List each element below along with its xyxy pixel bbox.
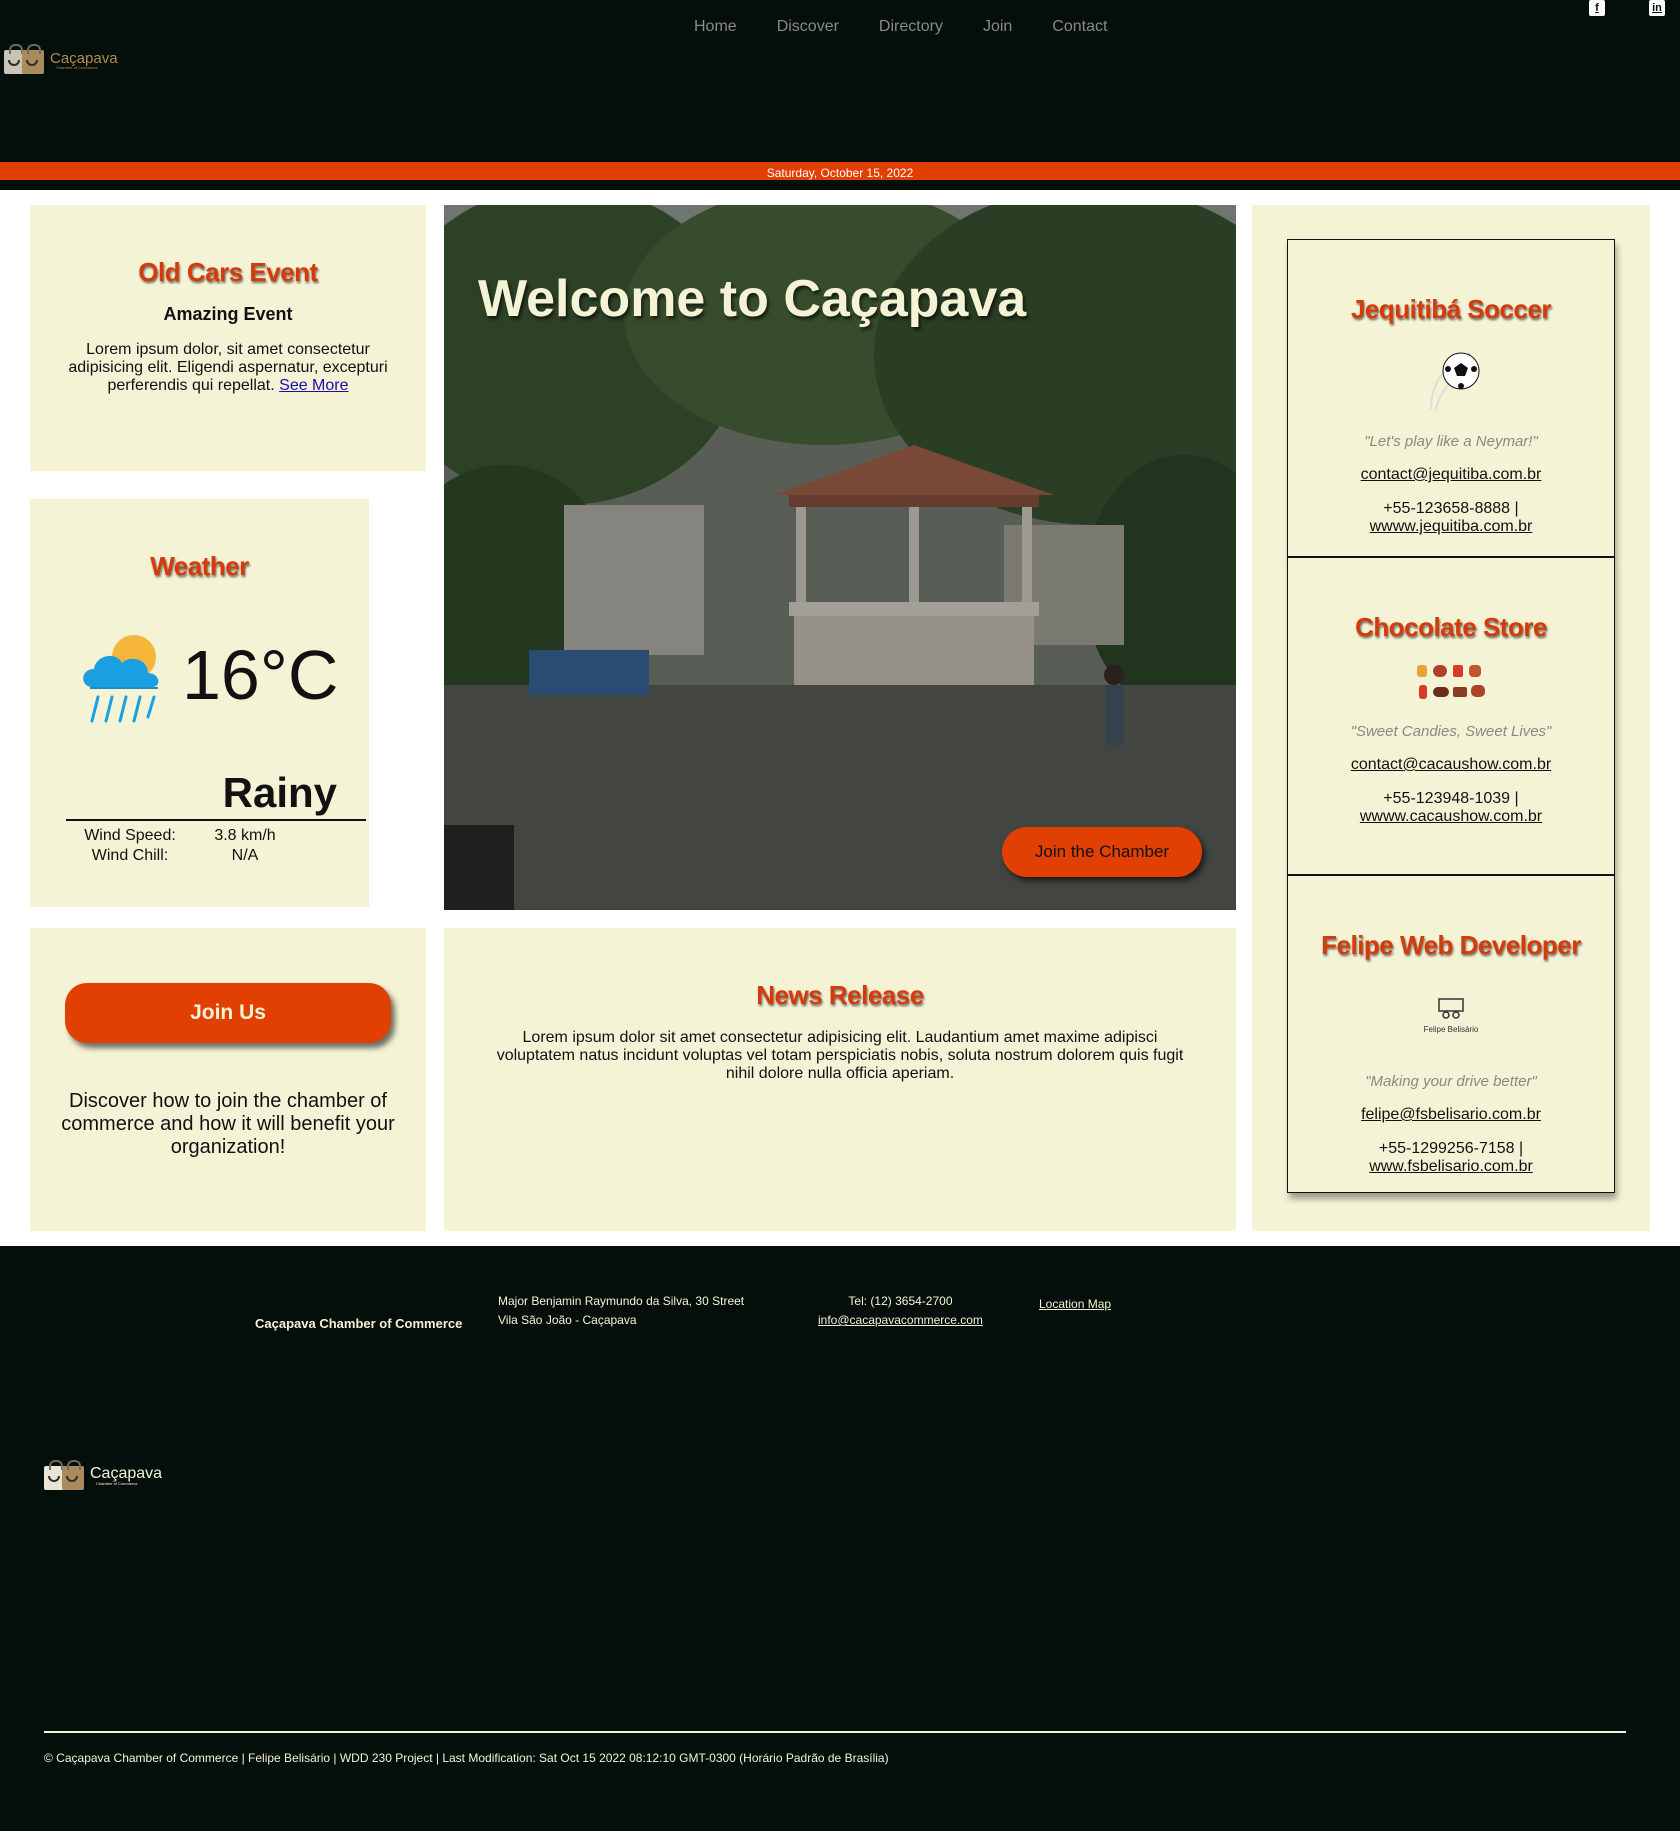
site-footer: Caçapava Chamber of Commerce Major Benja…: [0, 1246, 1680, 1831]
wind-chill-value: N/A: [231, 847, 259, 864]
see-more-link[interactable]: See More: [279, 377, 348, 394]
footer-tel: Tel: (12) 3654-2700: [848, 1294, 953, 1308]
linkedin-icon[interactable]: in: [1649, 0, 1665, 16]
hero-banner: Welcome to Caçapava Join the Chamber: [444, 205, 1236, 910]
event-title: Old Cars Event: [138, 257, 318, 287]
chocolates-icon: [1417, 665, 1485, 699]
nav-directory[interactable]: Directory: [879, 18, 943, 36]
facebook-icon[interactable]: f: [1589, 0, 1605, 16]
nav-contact[interactable]: Contact: [1052, 18, 1107, 36]
divider: [66, 819, 366, 821]
event-card: Old Cars Event Amazing Event Lorem ipsum…: [30, 205, 426, 471]
temperature: 16°C: [182, 636, 339, 714]
date-banner: Saturday, October 15, 2022: [0, 162, 1680, 180]
address-line: Vila São João - Caçapava: [498, 1313, 637, 1327]
event-subtitle: Amazing Event: [163, 304, 293, 324]
event-text: Lorem ipsum dolor, sit amet consectetur …: [68, 341, 388, 394]
business-phone: +55-123658-8888 |: [1383, 500, 1519, 517]
site-header: Caçapava Chamber of Commerce Home Discov…: [0, 0, 1680, 162]
shopping-bags-icon: [44, 1460, 86, 1492]
rain-cloud-sun-icon: [83, 635, 159, 723]
soccer-ball-icon: [1430, 352, 1480, 412]
business-email-link[interactable]: felipe@fsbelisario.com.br: [1288, 1106, 1614, 1124]
wind-speed-value: 3.8 km/h: [214, 827, 276, 844]
news-title: News Release: [756, 980, 924, 1010]
current-date: Saturday, October 15, 2022: [766, 166, 914, 180]
business-quote: "Sweet Candies, Sweet Lives": [1350, 723, 1552, 740]
nav-home[interactable]: Home: [694, 18, 737, 36]
join-us-button[interactable]: Join Us: [65, 983, 391, 1043]
footer-map: Location Map: [1039, 1295, 1111, 1314]
wind-speed-label: Wind Speed:: [84, 827, 176, 844]
business-email-link[interactable]: contact@jequitiba.com.br: [1288, 466, 1614, 484]
business-contact: +55-123948-1039 | wwww.cacaushow.com.br: [1288, 790, 1614, 826]
footer-org-name: Caçapava Chamber of Commerce: [255, 1316, 463, 1331]
weather-card: Weather 16°C Rainy Wind Speed: 3.8 km/h …: [30, 499, 369, 907]
business-email-link[interactable]: contact@cacaushow.com.br: [1288, 756, 1614, 774]
join-text: Discover how to join the chamber of comm…: [61, 1090, 395, 1158]
header-logo[interactable]: Caçapava Chamber of Commerce: [4, 44, 118, 76]
hero-title: Welcome to Caçapava: [478, 270, 1027, 328]
footer-email-link[interactable]: info@cacapavacommerce.com: [818, 1313, 983, 1327]
business-card: Felipe Web Developer Felipe Belisário "M…: [1287, 875, 1615, 1193]
developer-logo-icon: Felipe Belisário: [1288, 997, 1614, 1055]
footer-logo[interactable]: Caçapava Chamber of Commerce: [44, 1460, 162, 1492]
business-card: Chocolate Store "Sweet Candies, Sweet Li…: [1287, 557, 1615, 875]
business-directory: Jequitibá Soccer "Let's play like a Neym…: [1252, 205, 1650, 1231]
address-line: Major Benjamin Raymundo da Silva, 30 Str…: [498, 1294, 745, 1308]
divider: [0, 180, 1680, 190]
business-contact: +55-123658-8888 | wwww.jequitiba.com.br: [1288, 500, 1614, 536]
location-map-link[interactable]: Location Map: [1039, 1297, 1111, 1311]
footer-contact: Tel: (12) 3654-2700 info@cacapavacommerc…: [818, 1292, 983, 1330]
wind-chill-row: Wind Chill: N/A: [70, 847, 310, 865]
wind-chill-label: Wind Chill:: [91, 847, 169, 864]
logo-subtitle: Chamber of Commerce: [96, 1481, 138, 1486]
business-website-link[interactable]: www.fsbelisario.com.br: [1369, 1158, 1533, 1175]
business-name: Felipe Web Developer: [1321, 930, 1581, 960]
copyright-text: © Caçapava Chamber of Commerce | Felipe …: [44, 1751, 889, 1765]
business-name: Jequitibá Soccer: [1350, 294, 1552, 324]
footer-address: Major Benjamin Raymundo da Silva, 30 Str…: [498, 1292, 744, 1330]
join-the-chamber-button[interactable]: Join the Chamber: [1002, 827, 1202, 877]
business-quote: "Let's play like a Neymar!": [1364, 433, 1538, 450]
weather-title: Weather: [150, 551, 249, 581]
divider: [44, 1731, 1626, 1733]
nav-join[interactable]: Join: [983, 18, 1012, 36]
developer-logo-text: Felipe Belisário: [1423, 1025, 1479, 1034]
logo-name: Caçapava: [90, 1465, 163, 1482]
news-card: News Release Lorem ipsum dolor sit amet …: [444, 928, 1236, 1231]
business-phone: +55-123948-1039 |: [1383, 790, 1519, 807]
business-website-link[interactable]: wwww.cacaushow.com.br: [1360, 808, 1542, 825]
business-phone: +55-1299256-7158 |: [1378, 1140, 1524, 1157]
business-name: Chocolate Store: [1355, 612, 1547, 642]
business-card: Jequitibá Soccer "Let's play like a Neym…: [1287, 239, 1615, 557]
business-website-link[interactable]: wwww.jequitiba.com.br: [1370, 518, 1533, 535]
nav-discover[interactable]: Discover: [777, 18, 839, 36]
weather-condition: Rainy: [222, 769, 337, 816]
business-contact: +55-1299256-7158 | www.fsbelisario.com.b…: [1288, 1140, 1614, 1176]
main-nav: Home Discover Directory Join Contact: [694, 18, 1147, 36]
business-quote: "Making your drive better": [1365, 1073, 1537, 1090]
join-card: Join Us Discover how to join the chamber…: [30, 928, 426, 1231]
main-content: Old Cars Event Amazing Event Lorem ipsum…: [0, 190, 1680, 1246]
wind-speed-row: Wind Speed: 3.8 km/h: [70, 827, 310, 845]
news-text: Lorem ipsum dolor sit amet consectetur a…: [496, 1029, 1184, 1082]
logo-name: Caçapava: [50, 49, 118, 67]
shopping-bags-icon: [4, 44, 46, 76]
